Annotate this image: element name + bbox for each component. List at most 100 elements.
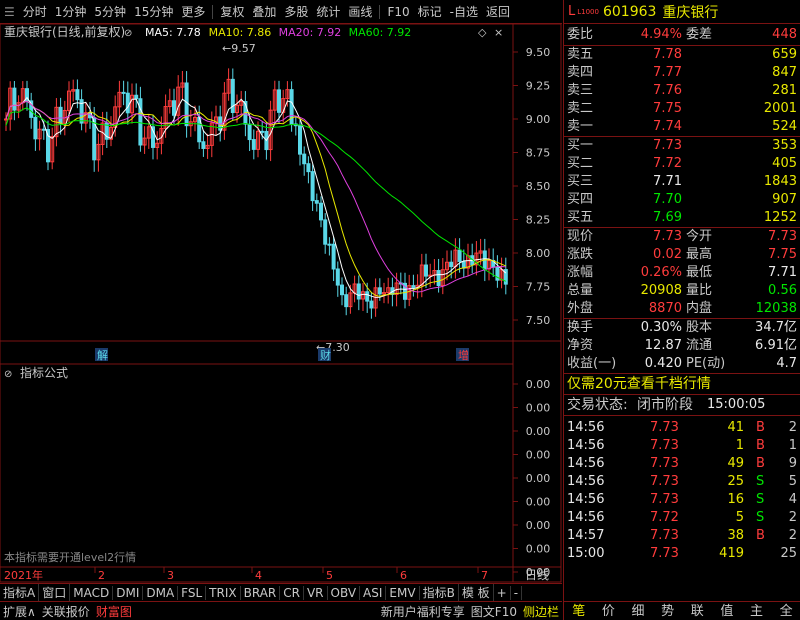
buys-row[interactable]: 买四 7.70 907 bbox=[564, 191, 800, 209]
indicator-tab-11[interactable]: ASI bbox=[360, 585, 387, 600]
indicator-tab-1[interactable]: 窗口 bbox=[39, 584, 71, 601]
event-marker-0[interactable]: 解 bbox=[97, 348, 108, 362]
indicator-tab-4[interactable]: DMA bbox=[143, 585, 179, 600]
tick-side: S bbox=[756, 510, 765, 525]
toolbar-btn-8[interactable]: 统计 bbox=[312, 0, 344, 23]
buys-row[interactable]: 买三 7.71 1843 bbox=[564, 173, 800, 191]
right-tab-4[interactable]: 联 bbox=[683, 602, 713, 620]
chart-options-icon[interactable]: ⊘ bbox=[124, 28, 132, 39]
toolbar-btn-12[interactable]: -自选 bbox=[446, 0, 482, 23]
buys-price: 7.73 bbox=[653, 138, 682, 153]
tick-row[interactable]: 15:00 7.73 419 25 bbox=[564, 545, 800, 563]
candle-body bbox=[201, 141, 206, 149]
diamond-icon[interactable]: ◇ bbox=[478, 26, 487, 39]
candle-body bbox=[172, 100, 176, 116]
right-tab-5[interactable]: 值 bbox=[712, 602, 742, 620]
toolbar-btn-7[interactable]: 多股 bbox=[280, 0, 312, 23]
tick-row[interactable]: 14:56 7.73 49 B 9 bbox=[564, 455, 800, 473]
indicator-tab-0[interactable]: 指标A bbox=[0, 584, 40, 601]
candle-body bbox=[33, 116, 38, 140]
quote-label2: 今开 bbox=[686, 229, 713, 244]
x-month-label: 4 bbox=[255, 569, 262, 582]
kline-chart-svg[interactable]: 重庆银行(日线,前复权)⊘ MA5: 7.78 MA10: 7.86 MA20: 7.… bbox=[0, 23, 562, 583]
buys-row[interactable]: 买五 7.69 1252 bbox=[564, 209, 800, 227]
kline-chart-area[interactable]: 重庆银行(日线,前复权) ⊘ MA5: 7.78 MA10: 7.86 MA20: 7.… bbox=[0, 23, 562, 592]
indicator-tab-12[interactable]: EMV bbox=[386, 585, 420, 600]
tick-row[interactable]: 14:57 7.73 38 B 2 bbox=[564, 527, 800, 545]
toolbar-btn-0[interactable]: 分时 bbox=[19, 0, 51, 23]
indicator-tab-8[interactable]: CR bbox=[280, 585, 304, 600]
indicator-tab-14[interactable]: 模 板 bbox=[459, 584, 494, 601]
fin-value: 0.30% bbox=[640, 320, 682, 335]
indicator-tab-7[interactable]: BRAR bbox=[241, 585, 281, 600]
bottom-btn-5[interactable]: 侧边栏 bbox=[520, 603, 562, 620]
toolbar-btn-1[interactable]: 1分钟 bbox=[51, 0, 91, 23]
indicator-tab-5[interactable]: FSL bbox=[178, 585, 207, 600]
promo-row[interactable]: 仅需20元查看千档行情 bbox=[564, 374, 800, 394]
buys-row[interactable]: 买一 7.73 353 bbox=[564, 137, 800, 155]
indicator-tab-6[interactable]: TRIX bbox=[206, 585, 241, 600]
indicator-tab-15[interactable]: + bbox=[494, 585, 511, 600]
indicator-tab-10[interactable]: OBV bbox=[328, 585, 361, 600]
ind-tick-label: 0.00 bbox=[526, 543, 551, 556]
tick-row[interactable]: 14:56 7.72 5 S 2 bbox=[564, 509, 800, 527]
sells-row[interactable]: 卖五 7.78 659 bbox=[564, 46, 800, 64]
y-tick-label: 8.00 bbox=[526, 247, 551, 260]
tick-time: 14:56 bbox=[567, 456, 605, 471]
ma60-line bbox=[5, 107, 507, 282]
menu-icon[interactable]: ☰ bbox=[0, 0, 19, 23]
tick-time: 14:56 bbox=[567, 438, 605, 453]
sells-vol: 2001 bbox=[763, 101, 797, 116]
buys-row[interactable]: 买二 7.72 405 bbox=[564, 155, 800, 173]
toolbar-btn-9[interactable]: 画线 bbox=[344, 0, 376, 23]
indicator-tab-3[interactable]: DMI bbox=[113, 585, 144, 600]
bottom-btn-0[interactable]: 扩展∧ bbox=[0, 603, 39, 620]
tick-row[interactable]: 14:56 7.73 16 S 4 bbox=[564, 491, 800, 509]
sells-row[interactable]: 卖四 7.77 847 bbox=[564, 64, 800, 82]
toolbar-btn-5[interactable]: 复权 bbox=[216, 0, 248, 23]
sells-label: 卖五 bbox=[567, 47, 594, 62]
right-tab-1[interactable]: 价 bbox=[594, 602, 624, 620]
bottom-btn-2[interactable]: 财富图 bbox=[93, 603, 135, 620]
ind-tick-label: 0.00 bbox=[526, 449, 551, 462]
tick-row[interactable]: 14:56 7.73 25 S 5 bbox=[564, 473, 800, 491]
tick-row[interactable]: 14:56 7.73 1 B 1 bbox=[564, 437, 800, 455]
tick-vol: 41 bbox=[727, 420, 744, 435]
right-tab-7[interactable]: 全 bbox=[771, 602, 800, 620]
bottom-btn-3[interactable]: 新用户福利专享 bbox=[378, 603, 468, 620]
toolbar-btn-11[interactable]: 标记 bbox=[414, 0, 446, 23]
promo-link[interactable]: 仅需20元查看千档行情 bbox=[567, 374, 711, 394]
right-tab-6[interactable]: 主 bbox=[742, 602, 772, 620]
toolbar-sep bbox=[212, 4, 214, 19]
right-tab-2[interactable]: 细 bbox=[623, 602, 653, 620]
sells-row[interactable]: 卖二 7.75 2001 bbox=[564, 100, 800, 118]
candle-body bbox=[424, 264, 428, 277]
sells-row[interactable]: 卖一 7.74 524 bbox=[564, 118, 800, 136]
bottom-btn-4[interactable]: 图文F10 bbox=[468, 603, 520, 620]
toolbar-btn-4[interactable]: 更多 bbox=[177, 0, 209, 23]
toolbar-btn-13[interactable]: 返回 bbox=[482, 0, 514, 23]
tick-time: 14:56 bbox=[567, 510, 605, 525]
tick-list[interactable]: 14:56 7.73 41 B 2 14:56 7.73 1 B 1 14:56 7.73 49 B 9 14… bbox=[564, 416, 800, 563]
event-marker-2[interactable]: 增 bbox=[458, 348, 469, 362]
tick-row[interactable]: 14:56 7.73 41 B 2 bbox=[564, 419, 800, 437]
indicator-tab-16[interactable]: - bbox=[511, 585, 523, 600]
right-tab-0[interactable]: 笔 bbox=[564, 602, 594, 620]
indicator-tab-13[interactable]: 指标B bbox=[420, 584, 459, 601]
indicator-tab-2[interactable]: MACD bbox=[70, 585, 114, 600]
toolbar-btn-3[interactable]: 15分钟 bbox=[130, 0, 177, 23]
bottom-btn-1[interactable]: 关联报价 bbox=[39, 603, 93, 620]
toolbar-btn-2[interactable]: 5分钟 bbox=[90, 0, 130, 23]
toolbar-btn-6[interactable]: 叠加 bbox=[248, 0, 280, 23]
buys-vol: 405 bbox=[772, 156, 797, 171]
tick-side: B bbox=[756, 528, 765, 543]
toolbar-btn-10[interactable]: F10 bbox=[383, 0, 413, 23]
sells-row[interactable]: 卖三 7.76 281 bbox=[564, 82, 800, 100]
close-icon[interactable]: × bbox=[494, 26, 503, 39]
right-tab-3[interactable]: 势 bbox=[653, 602, 683, 620]
indicator-options-icon[interactable]: ⊘ bbox=[4, 369, 12, 380]
event-marker-1[interactable]: 财 bbox=[320, 348, 331, 362]
period-label[interactable]: 日线 bbox=[525, 568, 549, 582]
indicator-tab-9[interactable]: VR bbox=[304, 585, 328, 600]
right-tab-bar: 笔价细势联值主全 bbox=[564, 601, 800, 620]
